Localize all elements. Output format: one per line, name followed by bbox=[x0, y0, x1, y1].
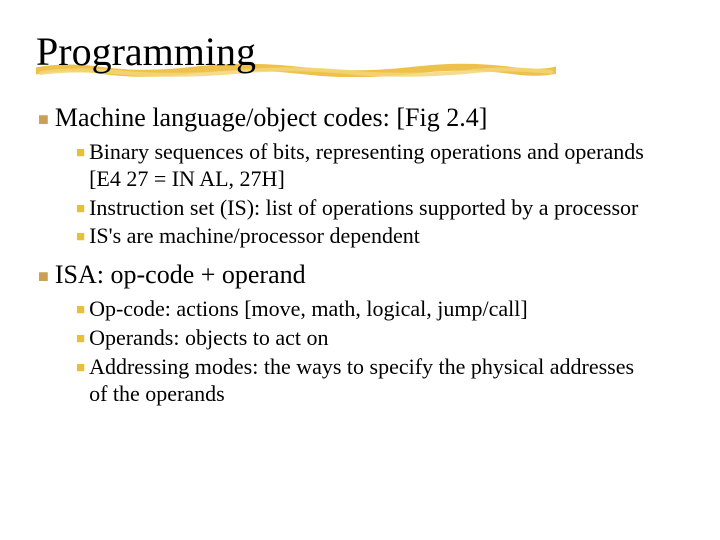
square-bullet-icon: ■ bbox=[76, 359, 85, 377]
title-area: Programming bbox=[36, 28, 256, 75]
square-bullet-icon: ■ bbox=[38, 109, 49, 130]
square-bullet-icon: ■ bbox=[76, 330, 85, 348]
section-1: ■ ISA: op-code + operand ■ Op-code: acti… bbox=[36, 260, 684, 407]
sub-item: ■ IS's are machine/processor dependent bbox=[76, 223, 684, 250]
square-bullet-icon: ■ bbox=[76, 144, 85, 162]
sub-list: ■ Op-code: actions [move, math, logical,… bbox=[76, 296, 684, 407]
main-item: ■ Machine language/object codes: [Fig 2.… bbox=[38, 103, 684, 133]
square-bullet-icon: ■ bbox=[76, 301, 85, 319]
sub-item: ■ Operands: objects to act on bbox=[76, 325, 684, 352]
sub-item: ■ Addressing modes: the ways to specify … bbox=[76, 354, 684, 408]
slide-title: Programming bbox=[36, 28, 256, 75]
sub-item-text: Binary sequences of bits, representing o… bbox=[89, 139, 649, 193]
section-0: ■ Machine language/object codes: [Fig 2.… bbox=[36, 103, 684, 250]
sub-item-text: Instruction set (IS): list of operations… bbox=[89, 195, 638, 222]
sub-list: ■ Binary sequences of bits, representing… bbox=[76, 139, 684, 250]
sub-item-text: Operands: objects to act on bbox=[89, 325, 329, 352]
sub-item: ■ Binary sequences of bits, representing… bbox=[76, 139, 684, 193]
sub-item-text: Op-code: actions [move, math, logical, j… bbox=[89, 296, 528, 323]
main-item-text: ISA: op-code + operand bbox=[55, 260, 306, 290]
main-item-text: Machine language/object codes: [Fig 2.4] bbox=[55, 103, 487, 133]
main-item: ■ ISA: op-code + operand bbox=[38, 260, 684, 290]
sub-item: ■ Instruction set (IS): list of operatio… bbox=[76, 195, 684, 222]
sub-item: ■ Op-code: actions [move, math, logical,… bbox=[76, 296, 684, 323]
sub-item-text: Addressing modes: the ways to specify th… bbox=[89, 354, 649, 408]
square-bullet-icon: ■ bbox=[76, 228, 85, 246]
sub-item-text: IS's are machine/processor dependent bbox=[89, 223, 420, 250]
square-bullet-icon: ■ bbox=[76, 200, 85, 218]
square-bullet-icon: ■ bbox=[38, 266, 49, 287]
slide: Programming ■ Machine language/object co… bbox=[0, 0, 720, 438]
